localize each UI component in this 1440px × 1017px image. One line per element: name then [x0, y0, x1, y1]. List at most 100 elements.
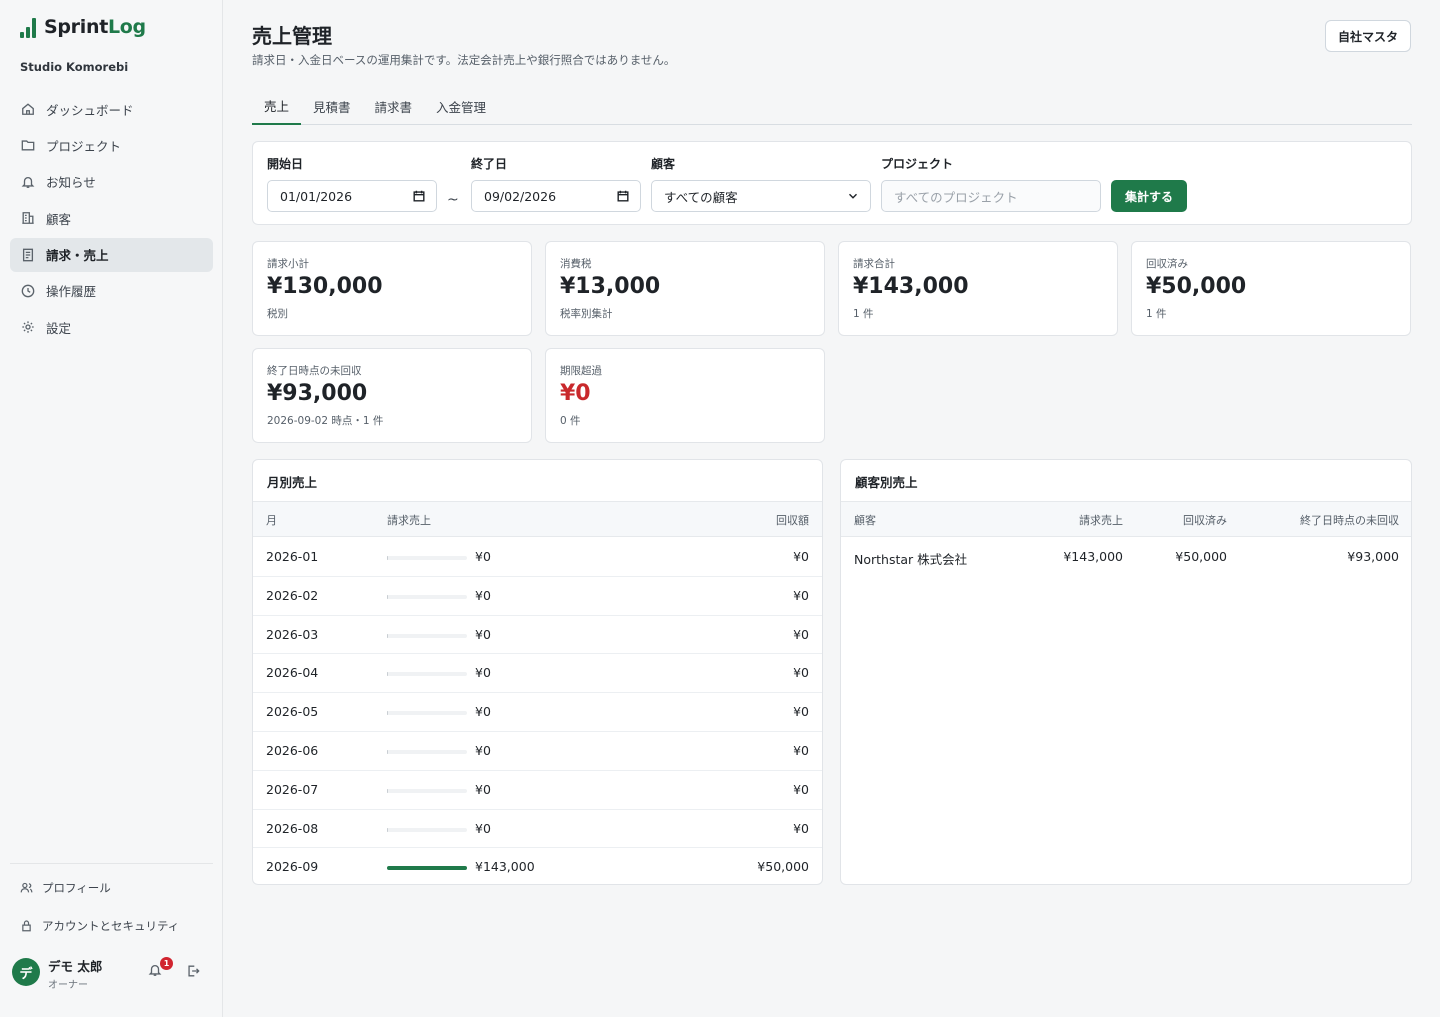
calendar-icon[interactable]	[616, 189, 630, 203]
client-name: Northstar 株式会社	[854, 552, 968, 567]
avatar[interactable]: デ	[12, 958, 40, 986]
billed-bar	[387, 711, 388, 716]
start-date-value: 01/01/2026	[280, 188, 353, 204]
page-subtitle: 請求日・入金日ベースの運用集計です。法定会計売上や銀行照合ではありません。	[252, 53, 676, 67]
sidebar-item-billing[interactable]: 請求・売上	[10, 237, 213, 272]
client-collected: ¥50,000	[1175, 549, 1227, 564]
collected-cell: ¥0	[793, 665, 809, 681]
aggregate-button[interactable]: 集計する	[1111, 180, 1187, 212]
sidebar-item-activity-log[interactable]: 操作履歴	[10, 274, 213, 308]
sidebar-divider	[10, 863, 213, 864]
table-row[interactable]: 2026-06 ¥0 ¥0	[253, 732, 822, 771]
client-select[interactable]: すべての顧客	[651, 180, 871, 212]
sidebar-item-label: プロフィール	[42, 881, 111, 895]
billed-bar-track	[387, 594, 467, 599]
billed-bar-track	[387, 711, 467, 716]
billed-bar	[387, 594, 388, 599]
filter-panel: 開始日 01/01/2026 ~ 終了日 09/02/2026 顧客 すべての顧…	[252, 141, 1412, 225]
billed-bar	[387, 866, 467, 871]
collected-cell: ¥0	[793, 704, 809, 720]
tab-payments[interactable]: 入金管理	[424, 88, 498, 125]
month-cell: 2026-02	[266, 587, 319, 603]
client-sales-card: 顧客別売上 顧客 請求売上 回収済み 終了日時点の未回収 Northstar 株…	[840, 459, 1412, 885]
calendar-icon[interactable]	[412, 189, 426, 203]
end-date-input[interactable]: 09/02/2026	[471, 180, 641, 212]
table-row[interactable]: 2026-09 ¥143,000 ¥50,000	[253, 848, 822, 887]
billed-bar-track	[387, 788, 467, 793]
billed-bar	[387, 633, 388, 638]
table-row[interactable]: 2026-07 ¥0 ¥0	[253, 771, 822, 810]
lock-icon	[20, 919, 34, 933]
company-master-button[interactable]: 自社マスタ	[1325, 20, 1411, 52]
sidebar-item-projects[interactable]: プロジェクト	[10, 128, 213, 162]
sidebar-item-label: お知らせ	[46, 175, 96, 191]
billed-cell: ¥0	[475, 587, 491, 603]
billed-bar	[387, 672, 388, 677]
billed-cell: ¥0	[475, 820, 491, 836]
table-row[interactable]: 2026-03 ¥0 ¥0	[253, 616, 822, 655]
client-sales-title: 顧客別売上	[855, 475, 918, 490]
project-input[interactable]: すべてのプロジェクト	[881, 180, 1101, 212]
billed-bar	[387, 827, 388, 832]
billed-bar-track	[387, 672, 467, 677]
sidebar-item-settings[interactable]: 設定	[10, 310, 213, 344]
app-name: SprintLog	[44, 16, 146, 38]
billed-bar	[387, 750, 388, 754]
date-range-separator: ~	[447, 192, 459, 208]
billed-cell: ¥0	[475, 549, 491, 564]
tab-sales[interactable]: 売上	[252, 88, 302, 125]
stat-value: ¥50,000	[1146, 274, 1247, 299]
collected-cell: ¥0	[793, 626, 809, 642]
folder-icon	[20, 137, 36, 153]
table-row[interactable]: 2026-08 ¥0 ¥0	[253, 810, 822, 849]
table-row[interactable]: 2026-04 ¥0 ¥0	[253, 654, 822, 694]
project-input-placeholder: すべてのプロジェクト	[894, 189, 1018, 205]
tab-quotes[interactable]: 見積書	[301, 88, 363, 125]
column-header-collected: 回収済み	[1183, 514, 1227, 527]
client-select-value: すべての顧客	[664, 189, 738, 205]
sidebar-item-profile[interactable]: プロフィール	[10, 873, 213, 903]
billed-cell: ¥0	[475, 626, 491, 642]
table-row[interactable]: Northstar 株式会社 ¥143,000 ¥50,000 ¥93,000	[841, 538, 1411, 577]
billed-bar-track	[387, 827, 467, 832]
stat-card-outstanding: 終了日時点の未回収 ¥93,000 2026-09-02 時点・1 件	[252, 348, 532, 443]
billed-bar-track	[387, 633, 467, 638]
sidebar: SprintLog Studio Komorebi ダッシュボード プロジェクト…	[0, 0, 223, 1017]
month-cell: 2026-07	[266, 781, 319, 797]
table-row[interactable]: 2026-05 ¥0 ¥0	[253, 693, 822, 732]
billed-bar-track	[387, 556, 467, 560]
table-row[interactable]: 2026-02 ¥0 ¥0	[253, 577, 822, 616]
billed-bar-track	[387, 866, 467, 871]
stat-card-collected: 回収済み ¥50,000 1 件	[1131, 241, 1411, 336]
sidebar-item-label: 操作履歴	[46, 284, 97, 300]
month-cell: 2026-06	[266, 743, 319, 758]
sidebar-item-dashboard[interactable]: ダッシュボード	[10, 92, 213, 126]
tab-invoices[interactable]: 請求書	[363, 88, 425, 125]
collected-cell: ¥0	[793, 549, 809, 564]
notification-count-badge: 1	[160, 957, 173, 970]
sidebar-item-clients[interactable]: 顧客	[10, 201, 213, 235]
stat-note: 0 件	[560, 415, 581, 427]
table-row[interactable]: 2026-01 ¥0 ¥0	[253, 538, 822, 577]
sidebar-item-notifications[interactable]: お知らせ	[10, 165, 213, 199]
organization-name: Studio Komorebi	[20, 60, 129, 74]
monthly-table-header: 月 請求売上 回収額	[253, 501, 822, 537]
stat-value: ¥13,000	[560, 274, 661, 299]
month-cell: 2026-05	[266, 704, 319, 720]
gear-icon	[20, 319, 36, 335]
app-logo[interactable]: SprintLog	[20, 16, 146, 38]
client-table-header: 顧客 請求売上 回収済み 終了日時点の未回収	[841, 501, 1411, 537]
collected-cell: ¥0	[793, 820, 809, 836]
user-role: オーナー	[48, 980, 88, 991]
start-date-label: 開始日	[267, 157, 304, 171]
clock-icon	[20, 283, 36, 299]
logout-icon[interactable]	[186, 964, 202, 980]
stat-label: 請求小計	[267, 258, 309, 270]
end-date-label: 終了日	[471, 157, 508, 171]
month-cell: 2026-08	[266, 820, 319, 836]
start-date-input[interactable]: 01/01/2026	[267, 180, 437, 212]
user-name: デモ 太郎	[48, 959, 103, 974]
sidebar-item-label: 設定	[46, 320, 72, 336]
sidebar-item-account-security[interactable]: アカウントとセキュリティ	[10, 911, 213, 941]
stat-value: ¥0	[560, 381, 591, 406]
